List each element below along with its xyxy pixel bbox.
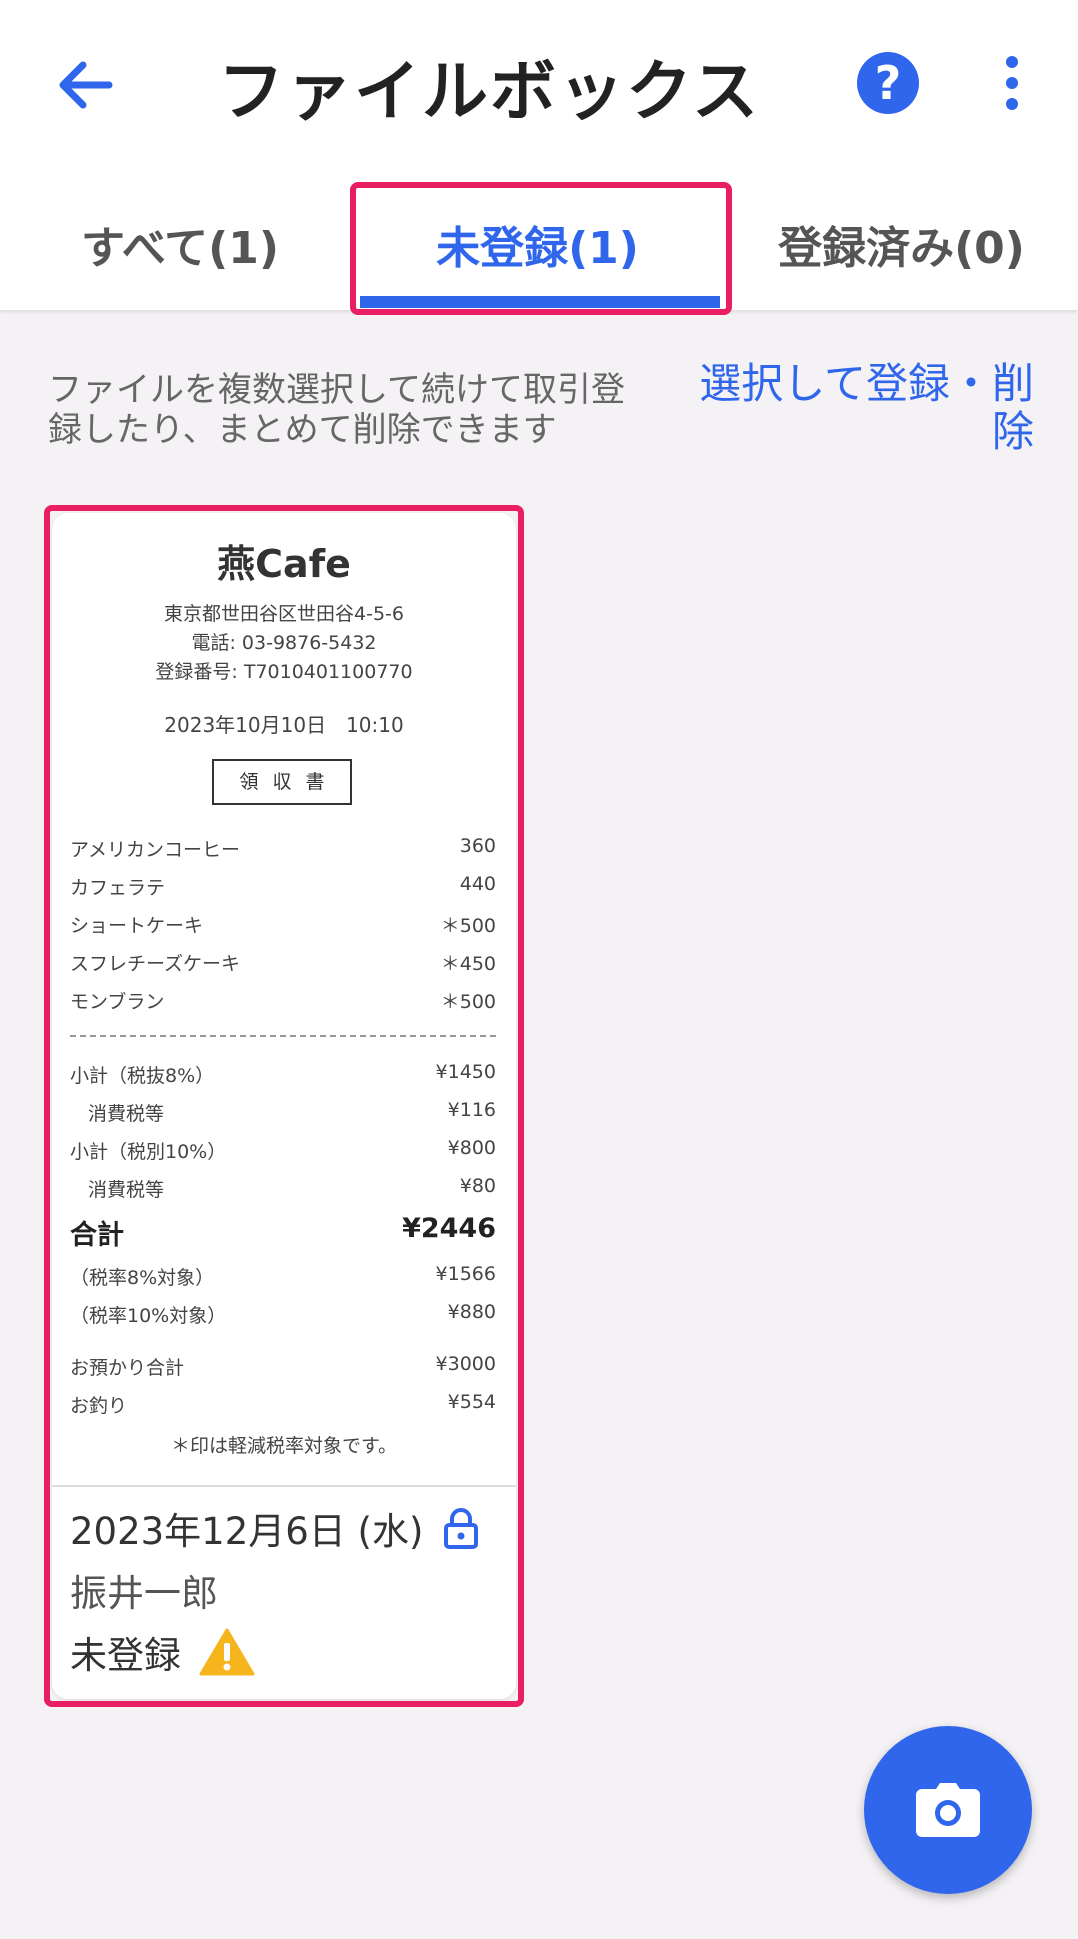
- more-vert-icon-dot: [1006, 77, 1018, 89]
- more-vert-icon-dot: [1006, 98, 1018, 110]
- receipt-thumbnail: 燕Cafe 東京都世田谷区世田谷4-5-6 電話: 03-9876-5432 登…: [52, 513, 516, 1487]
- receipt-change: お釣り ¥554: [70, 1391, 496, 1417]
- receipt-note: ＊印は軽減税率対象です。: [170, 1435, 398, 1457]
- file-card[interactable]: 燕Cafe 東京都世田谷区世田谷4-5-6 電話: 03-9876-5432 登…: [52, 513, 516, 1699]
- receipt-subtotal10: 小計（税別10%） ¥800: [70, 1137, 496, 1163]
- card-user-name: 振井一郎: [70, 1572, 218, 1615]
- tab-unregistered[interactable]: 未登録(1): [350, 180, 725, 300]
- receipt-rate8: （税率8%対象） ¥1566: [70, 1263, 496, 1289]
- more-menu-button[interactable]: [995, 52, 1029, 114]
- active-tab-indicator: [360, 296, 720, 308]
- warning-icon: [199, 1628, 255, 1676]
- receipt-total: 合計 ¥2446: [70, 1213, 496, 1251]
- receipt-date: 2023年10月10日 10:10: [164, 713, 404, 737]
- tab-registered[interactable]: 登録済み(0): [725, 180, 1078, 300]
- card-status: 未登録: [70, 1625, 255, 1679]
- receipt-item: ショートケーキ ＊500: [70, 915, 496, 937]
- receipt-deposit: お預かり合計 ¥3000: [70, 1353, 496, 1379]
- receipt-title: 領収書: [212, 759, 352, 805]
- camera-button[interactable]: [864, 1726, 1032, 1894]
- receipt-item: モンブラン ＊500: [70, 991, 496, 1013]
- card-date: 2023年12月6日 (水): [70, 1501, 479, 1555]
- receipt-regno: 登録番号: T7010401100770: [155, 661, 413, 683]
- receipt-shop-name: 燕Cafe: [217, 542, 351, 586]
- receipt-divider: [70, 1035, 496, 1037]
- receipt-item: アメリカンコーヒー 360: [70, 835, 496, 861]
- receipt-address: 東京都世田谷区世田谷4-5-6: [164, 603, 404, 625]
- receipt-item: スフレチーズケーキ ＊450: [70, 953, 496, 975]
- receipt-subtotal8: 小計（税抜8%） ¥1450: [70, 1061, 496, 1087]
- receipt-tax10: 消費税等 ¥80: [88, 1175, 496, 1201]
- receipt-item: カフェラテ 440: [70, 873, 496, 899]
- description-text: ファイルを複数選択して続けて取引登録したり、まとめて削除できます: [48, 370, 625, 450]
- card-status-text: 未登録: [70, 1634, 181, 1677]
- lock-icon: [444, 1508, 479, 1549]
- more-vert-icon-dot: [1006, 56, 1018, 68]
- select-register-delete-link[interactable]: 選択して登録・削除: [680, 360, 1034, 456]
- tab-all[interactable]: すべて(1): [0, 180, 360, 300]
- app-bar: ファイルボックス ? すべて(1) 未登録(1) 登録済み(0): [0, 0, 1078, 310]
- card-date-text: 2023年12月6日 (水): [70, 1510, 424, 1553]
- receipt-tax8: 消費税等 ¥116: [88, 1099, 496, 1125]
- receipt-rate10: （税率10%対象） ¥880: [70, 1301, 496, 1327]
- camera-icon: [916, 1783, 980, 1837]
- receipt-tel: 電話: 03-9876-5432: [191, 632, 377, 654]
- help-button[interactable]: ?: [857, 52, 919, 114]
- question-icon: ?: [874, 56, 902, 110]
